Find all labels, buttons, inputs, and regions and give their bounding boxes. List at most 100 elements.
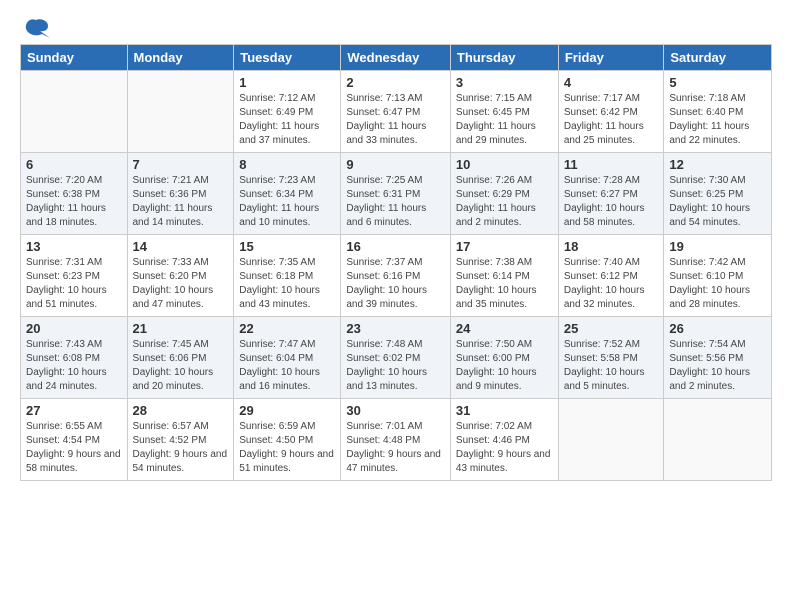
day-number: 23	[346, 321, 445, 336]
day-info: Sunrise: 7:25 AM Sunset: 6:31 PM Dayligh…	[346, 174, 445, 230]
calendar-week-row: 20 Sunrise: 7:43 AM Sunset: 6:08 PM Dayli…	[21, 317, 772, 399]
weekday-header-wednesday: Wednesday	[341, 45, 451, 71]
day-info: Sunrise: 7:48 AM Sunset: 6:02 PM Dayligh…	[346, 338, 445, 394]
day-info: Sunrise: 7:15 AM Sunset: 6:45 PM Dayligh…	[456, 92, 553, 148]
day-number: 18	[564, 239, 659, 254]
calendar-cell: 14 Sunrise: 7:33 AM Sunset: 6:20 PM Dayli…	[127, 235, 234, 317]
day-number: 8	[239, 157, 335, 172]
day-number: 30	[346, 403, 445, 418]
day-info: Sunrise: 7:43 AM Sunset: 6:08 PM Dayligh…	[26, 338, 122, 394]
day-number: 20	[26, 321, 122, 336]
calendar-cell: 10Sunrise: 7:26 AM Sunset: 6:29 PM Dayli…	[450, 153, 558, 235]
day-number: 24	[456, 321, 553, 336]
day-number: 26	[669, 321, 766, 336]
calendar-cell: 12 Sunrise: 7:30 AM Sunset: 6:25 PM Dayli…	[664, 153, 772, 235]
calendar-cell: 25Sunrise: 7:52 AM Sunset: 5:58 PM Dayli…	[558, 317, 664, 399]
day-info: Sunrise: 7:54 AM Sunset: 5:56 PM Dayligh…	[669, 338, 766, 394]
day-info: Sunrise: 7:21 AM Sunset: 6:36 PM Dayligh…	[133, 174, 229, 230]
calendar-cell: 20 Sunrise: 7:43 AM Sunset: 6:08 PM Dayli…	[21, 317, 128, 399]
header	[20, 16, 772, 36]
day-info: Sunrise: 7:23 AM Sunset: 6:34 PM Dayligh…	[239, 174, 335, 230]
day-info: Sunrise: 7:40 AM Sunset: 6:12 PM Dayligh…	[564, 256, 659, 312]
calendar-cell: 29Sunrise: 6:59 AM Sunset: 4:50 PM Dayli…	[234, 399, 341, 481]
calendar-cell: 30 Sunrise: 7:01 AM Sunset: 4:48 PM Dayli…	[341, 399, 451, 481]
logo-bird-icon	[22, 18, 50, 40]
day-number: 5	[669, 75, 766, 90]
calendar-week-row: 13 Sunrise: 7:31 AM Sunset: 6:23 PM Dayli…	[21, 235, 772, 317]
weekday-header-row: SundayMondayTuesdayWednesdayThursdayFrid…	[21, 45, 772, 71]
day-info: Sunrise: 7:30 AM Sunset: 6:25 PM Dayligh…	[669, 174, 766, 230]
day-info: Sunrise: 7:01 AM Sunset: 4:48 PM Dayligh…	[346, 420, 445, 476]
day-number: 17	[456, 239, 553, 254]
day-number: 13	[26, 239, 122, 254]
calendar-cell: 22Sunrise: 7:47 AM Sunset: 6:04 PM Dayli…	[234, 317, 341, 399]
day-number: 10	[456, 157, 553, 172]
calendar-cell: 18 Sunrise: 7:40 AM Sunset: 6:12 PM Dayli…	[558, 235, 664, 317]
day-number: 14	[133, 239, 229, 254]
day-info: Sunrise: 7:38 AM Sunset: 6:14 PM Dayligh…	[456, 256, 553, 312]
calendar: SundayMondayTuesdayWednesdayThursdayFrid…	[20, 44, 772, 481]
calendar-cell	[21, 71, 128, 153]
day-number: 7	[133, 157, 229, 172]
day-info: Sunrise: 7:28 AM Sunset: 6:27 PM Dayligh…	[564, 174, 659, 230]
calendar-cell: 27 Sunrise: 6:55 AM Sunset: 4:54 PM Dayli…	[21, 399, 128, 481]
day-info: Sunrise: 7:18 AM Sunset: 6:40 PM Dayligh…	[669, 92, 766, 148]
calendar-cell: 17 Sunrise: 7:38 AM Sunset: 6:14 PM Dayli…	[450, 235, 558, 317]
weekday-header-saturday: Saturday	[664, 45, 772, 71]
day-info: Sunrise: 7:37 AM Sunset: 6:16 PM Dayligh…	[346, 256, 445, 312]
weekday-header-tuesday: Tuesday	[234, 45, 341, 71]
day-number: 1	[239, 75, 335, 90]
calendar-cell: 15 Sunrise: 7:35 AM Sunset: 6:18 PM Dayli…	[234, 235, 341, 317]
calendar-cell: 16 Sunrise: 7:37 AM Sunset: 6:16 PM Dayli…	[341, 235, 451, 317]
calendar-cell: 24 Sunrise: 7:50 AM Sunset: 6:00 PM Dayli…	[450, 317, 558, 399]
calendar-cell: 11 Sunrise: 7:28 AM Sunset: 6:27 PM Dayli…	[558, 153, 664, 235]
day-info: Sunrise: 6:55 AM Sunset: 4:54 PM Dayligh…	[26, 420, 122, 476]
calendar-cell: 7 Sunrise: 7:21 AM Sunset: 6:36 PM Daylig…	[127, 153, 234, 235]
calendar-cell: 26 Sunrise: 7:54 AM Sunset: 5:56 PM Dayli…	[664, 317, 772, 399]
logo	[20, 16, 50, 36]
calendar-cell: 6 Sunrise: 7:20 AM Sunset: 6:38 PM Daylig…	[21, 153, 128, 235]
calendar-cell	[664, 399, 772, 481]
calendar-cell	[558, 399, 664, 481]
day-number: 21	[133, 321, 229, 336]
day-number: 27	[26, 403, 122, 418]
day-info: Sunrise: 7:47 AM Sunset: 6:04 PM Dayligh…	[239, 338, 335, 394]
day-info: Sunrise: 7:33 AM Sunset: 6:20 PM Dayligh…	[133, 256, 229, 312]
day-number: 16	[346, 239, 445, 254]
calendar-cell: 23 Sunrise: 7:48 AM Sunset: 6:02 PM Dayli…	[341, 317, 451, 399]
day-info: Sunrise: 7:12 AM Sunset: 6:49 PM Dayligh…	[239, 92, 335, 148]
day-number: 6	[26, 157, 122, 172]
day-number: 11	[564, 157, 659, 172]
day-number: 15	[239, 239, 335, 254]
day-number: 31	[456, 403, 553, 418]
day-info: Sunrise: 7:13 AM Sunset: 6:47 PM Dayligh…	[346, 92, 445, 148]
day-info: Sunrise: 7:17 AM Sunset: 6:42 PM Dayligh…	[564, 92, 659, 148]
calendar-cell: 31 Sunrise: 7:02 AM Sunset: 4:46 PM Dayli…	[450, 399, 558, 481]
weekday-header-sunday: Sunday	[21, 45, 128, 71]
day-info: Sunrise: 7:02 AM Sunset: 4:46 PM Dayligh…	[456, 420, 553, 476]
day-number: 4	[564, 75, 659, 90]
day-number: 28	[133, 403, 229, 418]
day-number: 12	[669, 157, 766, 172]
day-info: Sunrise: 6:59 AM Sunset: 4:50 PM Dayligh…	[239, 420, 335, 476]
day-info: Sunrise: 7:31 AM Sunset: 6:23 PM Dayligh…	[26, 256, 122, 312]
calendar-week-row: 1 Sunrise: 7:12 AM Sunset: 6:49 PM Daylig…	[21, 71, 772, 153]
day-info: Sunrise: 7:35 AM Sunset: 6:18 PM Dayligh…	[239, 256, 335, 312]
day-info: Sunrise: 7:20 AM Sunset: 6:38 PM Dayligh…	[26, 174, 122, 230]
calendar-cell: 13 Sunrise: 7:31 AM Sunset: 6:23 PM Dayli…	[21, 235, 128, 317]
calendar-cell: 1 Sunrise: 7:12 AM Sunset: 6:49 PM Daylig…	[234, 71, 341, 153]
day-number: 3	[456, 75, 553, 90]
day-info: Sunrise: 7:45 AM Sunset: 6:06 PM Dayligh…	[133, 338, 229, 394]
day-info: Sunrise: 7:50 AM Sunset: 6:00 PM Dayligh…	[456, 338, 553, 394]
calendar-cell: 2Sunrise: 7:13 AM Sunset: 6:47 PM Daylig…	[341, 71, 451, 153]
day-info: Sunrise: 7:52 AM Sunset: 5:58 PM Dayligh…	[564, 338, 659, 394]
calendar-cell: 8 Sunrise: 7:23 AM Sunset: 6:34 PM Daylig…	[234, 153, 341, 235]
weekday-header-friday: Friday	[558, 45, 664, 71]
calendar-cell: 5 Sunrise: 7:18 AM Sunset: 6:40 PM Daylig…	[664, 71, 772, 153]
calendar-cell: 9 Sunrise: 7:25 AM Sunset: 6:31 PM Daylig…	[341, 153, 451, 235]
day-number: 9	[346, 157, 445, 172]
calendar-cell: 4 Sunrise: 7:17 AM Sunset: 6:42 PM Daylig…	[558, 71, 664, 153]
day-info: Sunrise: 7:42 AM Sunset: 6:10 PM Dayligh…	[669, 256, 766, 312]
weekday-header-monday: Monday	[127, 45, 234, 71]
day-number: 19	[669, 239, 766, 254]
